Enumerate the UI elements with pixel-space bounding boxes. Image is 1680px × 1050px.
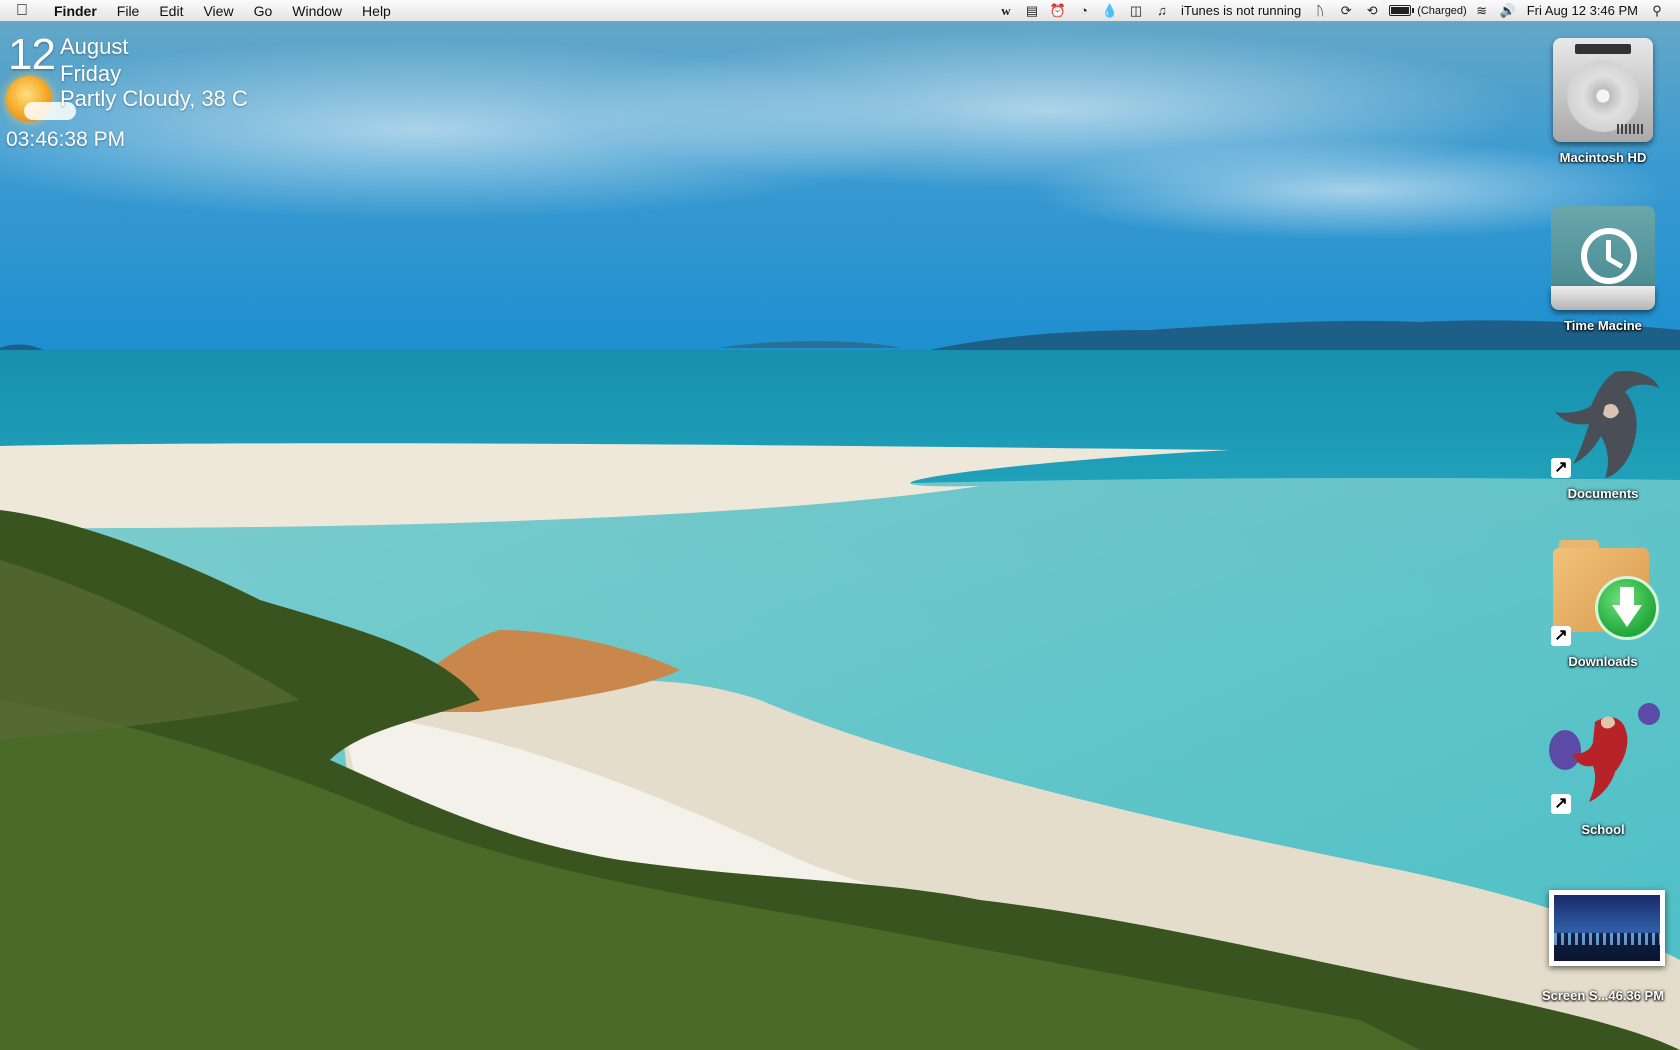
trash-icon[interactable]: ◫ [1125, 0, 1147, 22]
widget-month: August [60, 34, 129, 59]
alias-arrow-icon: ↗ [1551, 794, 1571, 814]
icon-label[interactable]: Time Macine [1533, 318, 1673, 333]
downloads-folder-icon[interactable]: ↗ [1545, 534, 1661, 650]
desktop-icon-downloads[interactable]: ↗ Downloads [1533, 534, 1673, 669]
menu-help[interactable]: Help [352, 0, 401, 22]
desktop-icon-time-machine[interactable]: Time Macine [1533, 198, 1673, 333]
icon-label[interactable]: Downloads [1533, 654, 1673, 669]
hard-drive-icon[interactable] [1545, 30, 1661, 146]
icon-label[interactable]: School [1533, 822, 1673, 837]
desktop-wallpaper [0, 0, 1680, 1050]
time-machine-drive-icon[interactable] [1545, 198, 1661, 314]
itunes-icon[interactable]: ♫ [1151, 0, 1173, 22]
desktop-icon-macintosh-hd[interactable]: Macintosh HD [1533, 30, 1673, 165]
menu-go[interactable]: Go [244, 0, 283, 22]
battery-icon[interactable] [1389, 5, 1415, 16]
widget-weekday: Friday [60, 61, 122, 86]
spotlight-search-icon[interactable]: ⚲ [1646, 0, 1668, 22]
wifi-icon[interactable]: ≋ [1471, 0, 1493, 22]
desktop-icon-school[interactable]: ↗ School [1533, 702, 1673, 837]
wordpress-icon[interactable]: w [995, 0, 1017, 22]
bluetooth-icon[interactable]: ᚢ [1309, 0, 1331, 22]
menu-edit[interactable]: Edit [149, 0, 193, 22]
time-machine-icon[interactable]: ⟲ [1361, 0, 1383, 22]
beach-landscape [0, 0, 1680, 1050]
app-menu-finder[interactable]: Finder [44, 0, 107, 22]
icon-label[interactable]: Documents [1533, 486, 1673, 501]
menu-view[interactable]: View [193, 0, 243, 22]
menu-bar:  Finder File Edit View Go Window Help w… [0, 0, 1680, 22]
screenshot-thumbnail-icon[interactable] [1545, 880, 1665, 984]
loading-icon[interactable]: ◔ [1073, 0, 1095, 22]
alarm-icon[interactable]: ⏰ [1047, 0, 1069, 22]
drop-icon[interactable]: 💧 [1099, 0, 1121, 22]
widget-weather-condition: Partly Cloudy, 38 C [60, 86, 248, 111]
alias-arrow-icon: ↗ [1551, 626, 1571, 646]
menu-file[interactable]: File [107, 0, 150, 22]
menu-window[interactable]: Window [282, 0, 352, 22]
desktop-icon-screenshot[interactable]: Screen S...46.36 PM [1533, 880, 1673, 1003]
icon-label[interactable]: Screen S...46.36 PM [1533, 988, 1673, 1003]
apple-menu-icon[interactable]:  [0, 2, 44, 20]
sync-icon[interactable]: ⟳ [1335, 0, 1357, 22]
alias-arrow-icon: ↗ [1551, 458, 1571, 478]
widget-time: 03:46:38 PM [6, 128, 126, 151]
terminal-icon[interactable]: ▤ [1021, 0, 1043, 22]
school-alias-icon[interactable]: ↗ [1545, 702, 1661, 818]
itunes-status[interactable]: iTunes is not running [1175, 3, 1307, 18]
volume-icon[interactable]: 🔊 [1497, 0, 1519, 22]
icon-label[interactable]: Macintosh HD [1533, 150, 1673, 165]
desktop-icon-documents[interactable]: ↗ Documents [1533, 366, 1673, 501]
widget-day-number: 12 [8, 30, 56, 79]
battery-status[interactable]: (Charged) [1415, 5, 1469, 17]
menubar-clock[interactable]: Fri Aug 12 3:46 PM [1521, 3, 1644, 18]
documents-alias-icon[interactable]: ↗ [1545, 366, 1661, 482]
